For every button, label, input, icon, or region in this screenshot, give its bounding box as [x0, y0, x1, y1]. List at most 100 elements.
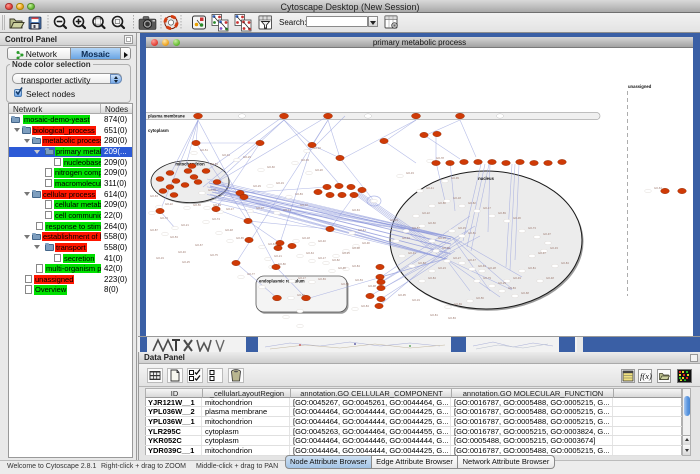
svg-text:GO-90: GO-90 — [362, 241, 370, 245]
svg-text:GO-84: GO-84 — [561, 261, 569, 265]
svg-text:GO-73: GO-73 — [160, 216, 168, 220]
svg-text:GO-56: GO-56 — [476, 296, 484, 300]
svg-text:f(x): f(x) — [640, 371, 652, 381]
svg-text:GO-16: GO-16 — [438, 236, 446, 240]
svg-text:GO-57: GO-57 — [412, 226, 420, 230]
svg-text:GO-20: GO-20 — [315, 168, 323, 172]
svg-text:GO-29: GO-29 — [253, 184, 261, 188]
svg-text:GO-73: GO-73 — [528, 226, 536, 230]
svg-text:GO-63: GO-63 — [352, 208, 360, 212]
svg-text:GO-74: GO-74 — [212, 217, 220, 221]
svg-text:GO-60: GO-60 — [267, 165, 275, 169]
svg-text:GO-34: GO-34 — [402, 236, 410, 240]
svg-text:unassigned: unassigned — [628, 84, 652, 89]
svg-text:GO-81: GO-81 — [430, 313, 438, 317]
svg-text:GO-21: GO-21 — [181, 223, 189, 227]
svg-text:GO-36: GO-36 — [513, 216, 521, 220]
svg-text:GO-83: GO-83 — [448, 316, 456, 320]
svg-text:GO-67: GO-67 — [195, 243, 203, 247]
svg-text:plasma membrane: plasma membrane — [148, 113, 185, 118]
svg-text:GO-77: GO-77 — [247, 272, 255, 276]
svg-text:cytoplasm: cytoplasm — [148, 128, 169, 133]
svg-text:GO-50: GO-50 — [341, 282, 349, 286]
svg-text:GO-23: GO-23 — [438, 266, 446, 270]
svg-text:GO-38: GO-38 — [352, 246, 360, 250]
svg-text:GO-17: GO-17 — [483, 206, 491, 210]
svg-text:GO-91: GO-91 — [408, 251, 416, 255]
svg-text:GO-83: GO-83 — [318, 277, 326, 281]
svg-text:GO-19: GO-19 — [412, 298, 420, 302]
svg-text:GO-25: GO-25 — [498, 281, 506, 285]
svg-text:GO-63: GO-63 — [478, 264, 486, 268]
svg-text:GO-83: GO-83 — [508, 286, 516, 290]
svg-text:GO-17: GO-17 — [226, 207, 234, 211]
svg-text:GO-82: GO-82 — [332, 258, 340, 262]
svg-text:GO-25: GO-25 — [182, 260, 190, 264]
svg-text:GO-41: GO-41 — [426, 186, 434, 190]
svg-text:GO-53: GO-53 — [170, 235, 178, 239]
svg-text:GO-84: GO-84 — [352, 264, 360, 268]
svg-text:GO-48: GO-48 — [225, 228, 233, 232]
svg-text:GO-84: GO-84 — [428, 276, 436, 280]
svg-text:GO-14: GO-14 — [283, 208, 291, 212]
svg-text:GO-40: GO-40 — [318, 239, 326, 243]
svg-text:GO-79: GO-79 — [483, 276, 491, 280]
svg-text:nucleus: nucleus — [478, 176, 494, 181]
svg-text:GO-84: GO-84 — [361, 304, 369, 308]
svg-text:GO-99: GO-99 — [451, 176, 459, 180]
svg-text:GO-97: GO-97 — [538, 251, 546, 255]
svg-text:GO-90: GO-90 — [338, 266, 346, 270]
svg-text:GO-81: GO-81 — [528, 266, 536, 270]
svg-text:GO-17: GO-17 — [318, 256, 326, 260]
svg-text:GO-18: GO-18 — [302, 236, 310, 240]
svg-text:GO-81: GO-81 — [468, 231, 476, 235]
svg-text:GO-83: GO-83 — [295, 192, 303, 196]
svg-text:GO-33: GO-33 — [550, 246, 558, 250]
svg-text:GO-63: GO-63 — [150, 194, 158, 198]
svg-text:GO-75: GO-75 — [210, 253, 218, 257]
svg-text:GO-37: GO-37 — [256, 206, 264, 210]
svg-text:GO-98: GO-98 — [368, 284, 376, 288]
svg-text:GO-29: GO-29 — [243, 155, 251, 159]
svg-text:GO-69: GO-69 — [454, 302, 462, 306]
svg-text:GO-78: GO-78 — [436, 156, 444, 160]
svg-text:GO-53: GO-53 — [355, 278, 363, 282]
svg-text:GO-47: GO-47 — [468, 258, 476, 262]
svg-text:GO-31: GO-31 — [222, 153, 230, 157]
svg-text:GO-65: GO-65 — [236, 236, 244, 240]
svg-text:GO-18: GO-18 — [453, 196, 461, 200]
svg-text:GO-51: GO-51 — [200, 148, 208, 152]
svg-text:GO-89: GO-89 — [498, 211, 506, 215]
svg-text:GO-83: GO-83 — [418, 261, 426, 265]
svg-text:GO-21: GO-21 — [274, 254, 282, 258]
svg-text:GO-48: GO-48 — [546, 276, 554, 280]
svg-text:GO-68: GO-68 — [521, 291, 529, 295]
svg-text:GO-78: GO-78 — [208, 188, 216, 192]
svg-text:GO-82: GO-82 — [468, 201, 476, 205]
svg-text:GO-56: GO-56 — [193, 203, 201, 207]
svg-text:GO-49: GO-49 — [513, 276, 521, 280]
svg-text:GO-87: GO-87 — [150, 228, 158, 232]
svg-text:GO-72: GO-72 — [300, 203, 308, 207]
svg-text:GO-53: GO-53 — [210, 162, 218, 166]
svg-text:GO-17: GO-17 — [298, 276, 306, 280]
svg-text:GO-19: GO-19 — [156, 256, 164, 260]
svg-text:GO-27: GO-27 — [453, 256, 461, 260]
svg-text:GO-15: GO-15 — [390, 218, 398, 222]
svg-text:GO-97: GO-97 — [543, 232, 551, 236]
svg-text:GO-22: GO-22 — [422, 211, 430, 215]
svg-text:GO-22: GO-22 — [165, 202, 173, 206]
svg-text:GO-41: GO-41 — [358, 228, 366, 232]
svg-text:GO-38: GO-38 — [442, 246, 450, 250]
svg-text:GO-64: GO-64 — [306, 251, 314, 255]
svg-text:GO-80: GO-80 — [438, 201, 446, 205]
svg-text:GO-25: GO-25 — [342, 251, 350, 255]
svg-text:GO-46: GO-46 — [178, 250, 186, 254]
svg-text:GO-19: GO-19 — [276, 181, 284, 185]
svg-text:GO-33: GO-33 — [406, 171, 414, 175]
svg-text:GO-28: GO-28 — [488, 266, 496, 270]
svg-text:GO-63: GO-63 — [268, 242, 276, 246]
svg-text:GO-95: GO-95 — [398, 293, 406, 297]
svg-text:GO-93: GO-93 — [301, 158, 309, 162]
svg-text:GO-60: GO-60 — [428, 221, 436, 225]
